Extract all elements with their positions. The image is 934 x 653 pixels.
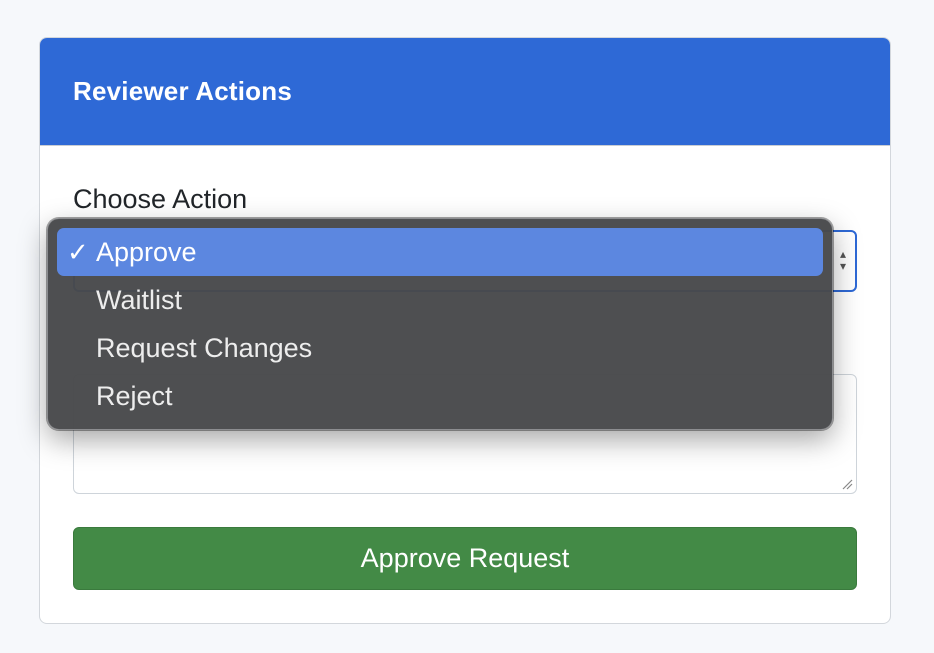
choose-action-label: Choose Action [73, 184, 248, 214]
card-title: Reviewer Actions [73, 76, 292, 106]
select-arrows-icon: ▴ ▾ [839, 247, 847, 273]
action-dropdown-menu: ✓ Approve Waitlist Request Changes Rejec… [47, 218, 833, 430]
option-reject[interactable]: Reject [57, 372, 823, 420]
option-approve[interactable]: ✓ Approve [57, 228, 823, 276]
option-label: Request Changes [96, 332, 313, 363]
checkmark-icon: ✓ [67, 236, 89, 267]
option-label: Approve [96, 236, 197, 267]
option-waitlist[interactable]: Waitlist [57, 276, 823, 324]
card-header: Reviewer Actions [40, 38, 890, 146]
option-label: Reject [96, 380, 173, 411]
resize-grip-icon[interactable] [841, 478, 853, 490]
approve-request-button[interactable]: Approve Request [73, 527, 857, 590]
option-label: Waitlist [96, 284, 182, 315]
option-request-changes[interactable]: Request Changes [57, 324, 823, 372]
